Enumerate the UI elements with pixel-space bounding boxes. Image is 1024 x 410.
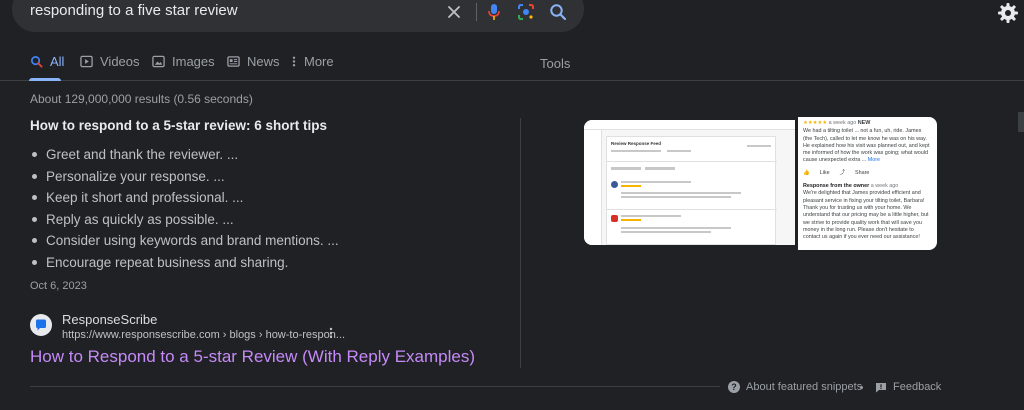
thumb-panel: Review Response Feed (606, 136, 777, 245)
thumb-line (611, 150, 661, 152)
owner-response: We're delighted that James provided effi… (803, 190, 929, 241)
thumb-line (621, 231, 711, 233)
tools-button[interactable]: Tools (540, 56, 570, 71)
thumb-avatar (611, 215, 618, 222)
list-item: Reply as quickly as possible. ... (30, 211, 339, 233)
snippet-date: Oct 6, 2023 (30, 280, 87, 292)
result-title-link[interactable]: How to Respond to a 5-star Review (With … (30, 347, 475, 367)
thumb-line (747, 145, 771, 147)
result-stats: About 129,000,000 results (0.56 seconds) (30, 92, 253, 106)
thumb-avatar (611, 181, 618, 188)
feedback-icon (875, 382, 887, 393)
list-item: Encourage repeat business and sharing. (30, 254, 339, 276)
list-item: Greet and thank the reviewer. ... (30, 146, 339, 168)
active-tab-indicator (29, 78, 61, 81)
tab-label: Videos (100, 54, 140, 69)
list-item: Consider using keywords and brand mentio… (30, 232, 339, 254)
snippet-image-left[interactable]: Review Response Feed (584, 120, 795, 245)
review-actions: 👍 Like ⤴ Share (803, 170, 932, 177)
thumb-line (621, 192, 741, 194)
review-age: a week ago (828, 120, 857, 126)
site-name[interactable]: ResponseScribe (62, 312, 157, 327)
help-icon: ? (728, 381, 740, 393)
review-more-link: More (867, 157, 881, 164)
google-lens-icon[interactable] (516, 2, 536, 22)
snippet-bottom-divider (30, 386, 720, 387)
clear-icon[interactable] (444, 2, 464, 22)
settings-gear-icon[interactable] (997, 2, 1019, 24)
search-icon[interactable] (548, 2, 568, 22)
owner-heading: Response from the owner (803, 183, 870, 190)
snippet-image-right[interactable]: ★★★★★ a week ago NEW We had a tilting to… (798, 117, 937, 250)
share-icon: ⤴ (839, 169, 846, 176)
search-input[interactable]: responding to a five star review (30, 2, 238, 19)
tab-label: Images (172, 54, 215, 69)
tab-news[interactable]: News (227, 54, 280, 69)
thumb-line (621, 196, 731, 198)
review-text: We had a tilting toilet ... not a fun, u… (803, 128, 932, 164)
thumb-line (621, 227, 731, 229)
review-meta: ★★★★★ a week ago NEW (803, 120, 932, 127)
thumb-line (667, 150, 691, 152)
image-icon (152, 55, 166, 69)
thumb-panel-header: Review Response Feed (611, 141, 662, 146)
list-item: Keep it short and professional. ... (30, 189, 339, 211)
thumb-sidebar (584, 130, 602, 245)
like-label: Like (819, 169, 830, 176)
tab-more[interactable]: More (292, 54, 334, 69)
review-badge: NEW (857, 120, 871, 126)
thumb-topbar (584, 120, 795, 130)
thumb-button (611, 167, 641, 170)
search-tabs: All Videos Images News More Tools (0, 52, 1024, 132)
thumb-button (645, 167, 675, 170)
footer-separator (860, 386, 863, 389)
site-url[interactable]: https://www.responsescribe.com › blogs ›… (62, 329, 345, 341)
tab-all[interactable]: All (30, 54, 64, 69)
owner-age: a week ago (870, 183, 899, 190)
about-featured-snippets[interactable]: ? About featured snippets (728, 381, 862, 393)
owner-header: Response from the owner a week ago (803, 183, 932, 190)
about-label: About featured snippets (746, 381, 863, 393)
play-icon (80, 55, 94, 69)
scrollbar[interactable] (1018, 112, 1024, 132)
thumb-line (621, 181, 691, 183)
snippet-list: Greet and thank the reviewer. ... Person… (30, 146, 339, 276)
tab-images[interactable]: Images (152, 54, 215, 69)
search-separator (476, 3, 477, 21)
tab-label: All (50, 54, 65, 69)
search-bar[interactable]: responding to a five star review (12, 0, 584, 32)
search-icon (30, 55, 44, 69)
microphone-icon[interactable] (484, 2, 504, 22)
news-icon (227, 55, 241, 69)
tab-videos[interactable]: Videos (80, 54, 140, 69)
snippet-title: How to respond to a 5-star review: 6 sho… (30, 118, 328, 133)
review-stars: ★★★★★ (803, 120, 828, 126)
thumb-divider (607, 161, 777, 162)
tab-label: More (304, 54, 334, 69)
more-options-icon[interactable] (326, 326, 336, 340)
like-icon: 👍 (803, 169, 810, 176)
list-item: Personalize your response. ... (30, 168, 339, 190)
feedback-link[interactable]: Feedback (875, 381, 941, 393)
thumb-stars (621, 219, 641, 221)
thumb-stars (621, 185, 641, 187)
feedback-label: Feedback (893, 381, 942, 393)
review-body: We had a tilting toilet ... not a fun, u… (803, 128, 930, 164)
thumb-line (621, 215, 681, 217)
column-divider (520, 118, 521, 368)
more-vertical-icon (292, 55, 298, 69)
share-label: Share (855, 169, 870, 176)
tab-label: News (247, 54, 280, 69)
site-favicon[interactable] (30, 314, 52, 336)
thumb-divider (607, 209, 777, 210)
